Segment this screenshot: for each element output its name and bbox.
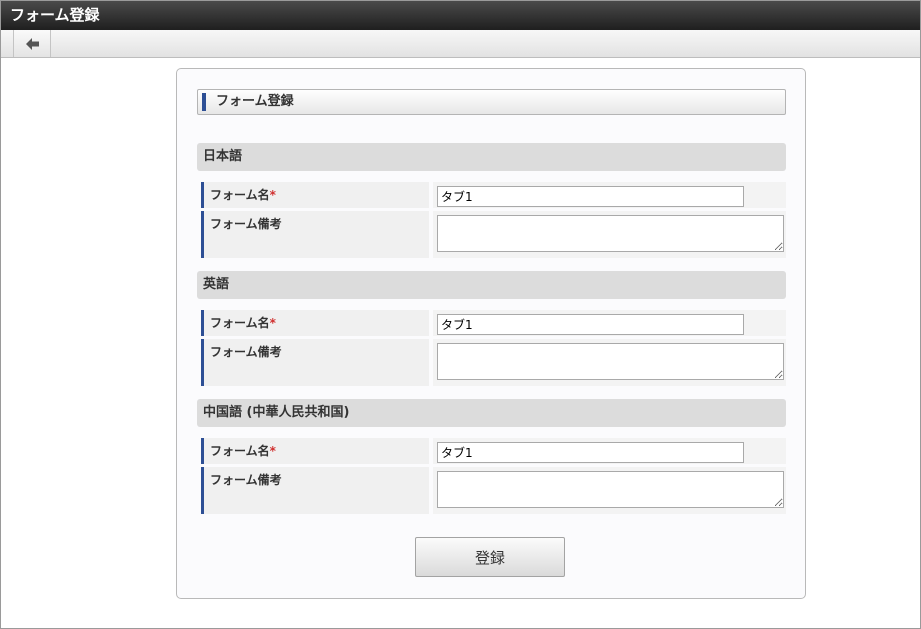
required-mark: * (269, 444, 276, 458)
section-heading: 英語 (197, 271, 786, 299)
form-note-row: フォーム備考 (197, 467, 786, 515)
form-panel: フォーム登録 日本語 フォーム名* フォーム備考 英語 フォーム名* (176, 68, 806, 599)
section-heading: 中国語 (中華人民共和国) (197, 399, 786, 427)
back-button[interactable] (13, 30, 51, 57)
section-heading: 日本語 (197, 143, 786, 171)
form-name-label: フォーム名* (201, 438, 429, 464)
form-name-input[interactable] (437, 314, 744, 335)
form-note-row: フォーム備考 (197, 339, 786, 387)
form-name-label: フォーム名* (201, 310, 429, 336)
form-name-label: フォーム名* (201, 182, 429, 208)
arrow-left-icon (26, 38, 39, 50)
form-note-row: フォーム備考 (197, 211, 786, 259)
section-japanese: 日本語 フォーム名* フォーム備考 (197, 143, 786, 258)
required-mark: * (269, 188, 276, 202)
form-name-input[interactable] (437, 186, 744, 207)
form-name-row: フォーム名* (197, 438, 786, 465)
toolbar (1, 30, 920, 58)
register-button[interactable]: 登録 (415, 537, 565, 577)
form-note-textarea[interactable] (437, 343, 784, 380)
form-name-row: フォーム名* (197, 182, 786, 209)
form-note-textarea[interactable] (437, 215, 784, 252)
form-name-row: フォーム名* (197, 310, 786, 337)
form-note-label: フォーム備考 (201, 467, 429, 514)
section-english: 英語 フォーム名* フォーム備考 (197, 271, 786, 386)
required-mark: * (269, 316, 276, 330)
form-name-input[interactable] (437, 442, 744, 463)
app-window: フォーム登録 フォーム登録 日本語 フォーム名* フォーム備考 (0, 0, 921, 629)
form-note-label: フォーム備考 (201, 211, 429, 258)
window-title: フォーム登録 (1, 1, 920, 30)
form-title: フォーム登録 (197, 89, 786, 115)
form-note-label: フォーム備考 (201, 339, 429, 386)
form-note-textarea[interactable] (437, 471, 784, 508)
section-chinese: 中国語 (中華人民共和国) フォーム名* フォーム備考 (197, 399, 786, 514)
